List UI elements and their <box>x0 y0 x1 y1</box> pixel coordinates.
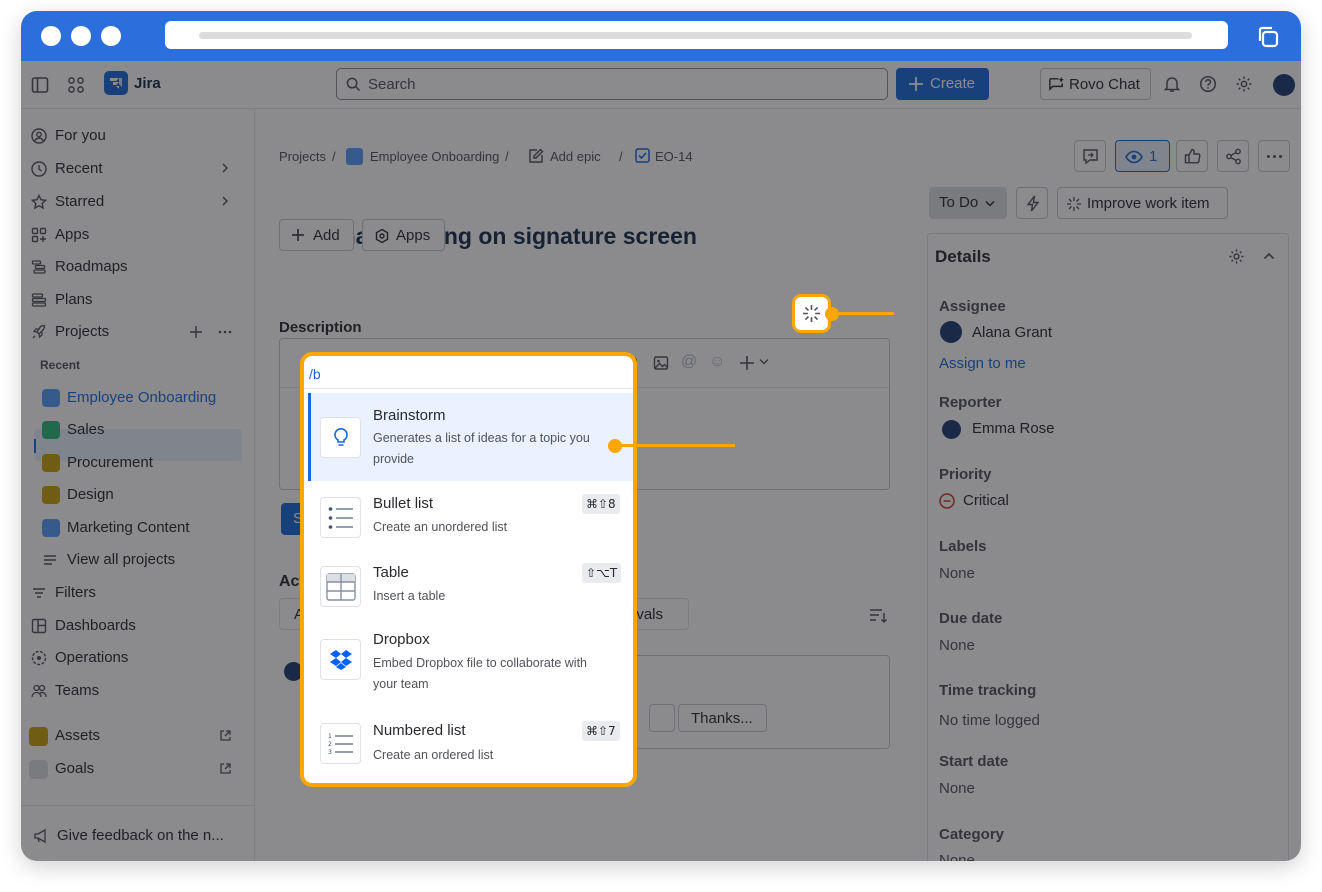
shortcut-badge: ⌘⇧7 <box>582 721 620 741</box>
window-minimize-dot[interactable] <box>71 26 91 46</box>
dropbox-icon <box>320 639 361 680</box>
menu-item-title: Table <box>373 564 409 581</box>
menu-item-desc: Generates a list of ideas for a topic yo… <box>373 431 590 466</box>
callout-line <box>615 444 735 447</box>
window-maximize-dot[interactable] <box>101 26 121 46</box>
menu-item-table[interactable]: Table Insert a table ⇧⌥T <box>308 551 633 619</box>
dim-overlay <box>21 61 1301 861</box>
menu-item-numbered-list[interactable]: 123 Numbered list Create an ordered list… <box>308 709 633 783</box>
menu-item-desc: Create an ordered list <box>373 748 494 762</box>
slash-query[interactable]: /b <box>309 366 321 382</box>
shortcut-badge: ⌘⇧8 <box>582 494 620 514</box>
jira-app: Jira Search Create Rovo Chat <box>21 61 1301 861</box>
menu-item-desc: Insert a table <box>373 589 446 603</box>
menu-item-brainstorm[interactable]: Brainstorm Generates a list of ideas for… <box>308 393 633 481</box>
bullet-list-icon <box>320 497 361 538</box>
copy-window-icon[interactable] <box>1255 24 1281 50</box>
menu-item-title: Brainstorm <box>373 407 446 424</box>
svg-text:1: 1 <box>328 733 332 740</box>
browser-titlebar <box>21 11 1301 61</box>
menu-item-dropbox[interactable]: Dropbox Embed Dropbox file to collaborat… <box>308 619 633 709</box>
table-icon <box>320 566 361 607</box>
numbered-list-icon: 123 <box>320 723 361 764</box>
svg-text:3: 3 <box>328 749 332 756</box>
menu-item-bullet-list[interactable]: Bullet list Create an unordered list ⌘⇧8 <box>308 481 633 551</box>
address-bar[interactable] <box>165 21 1228 49</box>
shortcut-badge: ⇧⌥T <box>582 563 622 583</box>
ai-sparkle-icon <box>803 305 820 322</box>
menu-item-title: Bullet list <box>373 495 434 512</box>
lightbulb-icon <box>320 417 361 458</box>
svg-text:2: 2 <box>328 741 332 748</box>
menu-item-title: Numbered list <box>373 722 466 739</box>
slash-command-menu: /b Brainstorm Generates a list of ideas … <box>300 352 637 787</box>
menu-item-title: Dropbox <box>373 631 430 648</box>
menu-item-desc: Embed Dropbox file to collaborate with y… <box>373 656 588 691</box>
window-close-dot[interactable] <box>41 26 61 46</box>
browser-window: Jira Search Create Rovo Chat <box>21 11 1301 861</box>
callout-line <box>832 312 894 315</box>
menu-item-desc: Create an unordered list <box>373 520 508 534</box>
